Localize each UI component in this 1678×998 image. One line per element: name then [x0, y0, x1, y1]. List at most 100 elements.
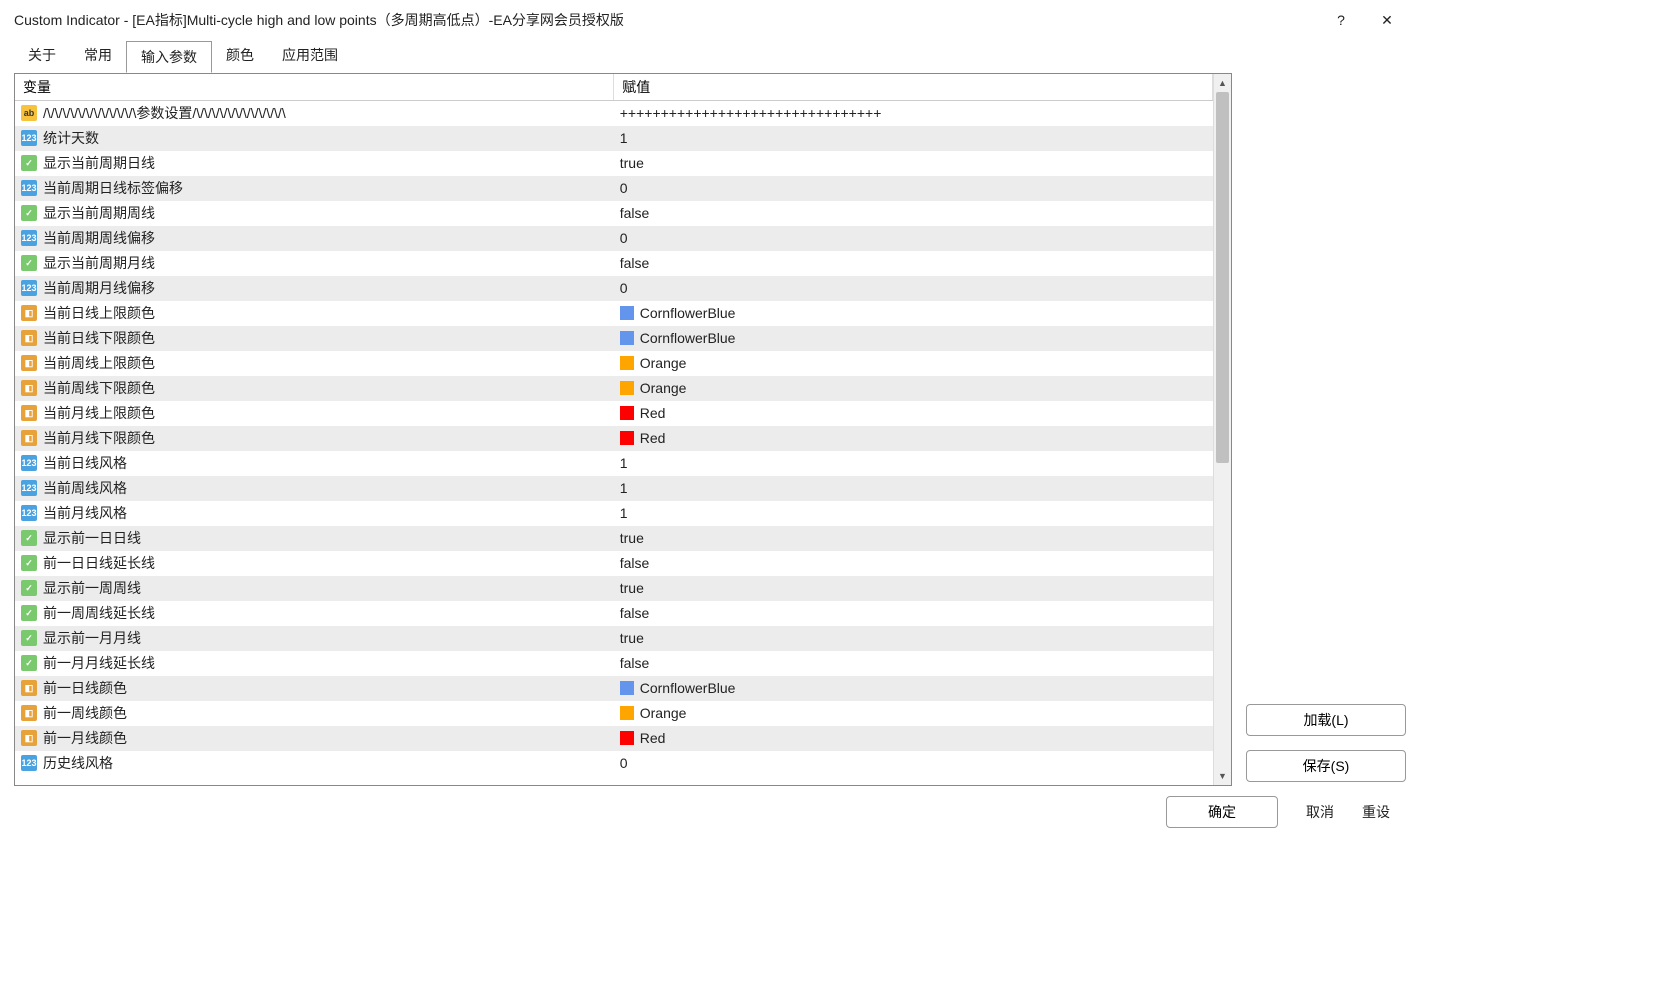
param-value[interactable]: 0: [620, 280, 628, 296]
tab-3[interactable]: 颜色: [212, 40, 268, 72]
help-button[interactable]: ?: [1318, 5, 1364, 35]
param-value[interactable]: false: [620, 555, 650, 571]
param-value[interactable]: true: [620, 530, 644, 546]
param-value[interactable]: CornflowerBlue: [640, 330, 736, 346]
param-value[interactable]: Orange: [640, 705, 687, 721]
param-value[interactable]: Red: [640, 430, 666, 446]
table-row[interactable]: 123当前周期月线偏移0: [15, 276, 1213, 301]
param-value[interactable]: false: [620, 205, 650, 221]
param-value[interactable]: 1: [620, 480, 628, 496]
table-row[interactable]: ◧当前日线上限颜色CornflowerBlue: [15, 301, 1213, 326]
table-row[interactable]: ✓显示前一周周线true: [15, 576, 1213, 601]
table-row[interactable]: ✓显示当前周期周线false: [15, 201, 1213, 226]
table-row[interactable]: ◧当前月线下限颜色Red: [15, 426, 1213, 451]
num-type-icon: 123: [21, 505, 37, 521]
table-row[interactable]: ✓显示当前周期日线true: [15, 151, 1213, 176]
param-value[interactable]: 1: [620, 130, 628, 146]
param-name: 显示前一日日线: [43, 528, 141, 548]
tab-2[interactable]: 输入参数: [126, 41, 212, 73]
cancel-button[interactable]: 取消: [1306, 802, 1334, 822]
bool-type-icon: ✓: [21, 155, 37, 171]
parameters-table-wrap: 变量 赋值 ab /\/\/\/\/\/\/\/\/\/\/\/\参数设置/\/\…: [14, 73, 1232, 786]
param-value[interactable]: Orange: [640, 380, 687, 396]
num-type-icon: 123: [21, 130, 37, 146]
param-value[interactable]: 0: [620, 755, 628, 771]
param-value[interactable]: Orange: [640, 355, 687, 371]
bool-type-icon: ✓: [21, 255, 37, 271]
vertical-scrollbar[interactable]: ▲ ▼: [1213, 74, 1231, 785]
reset-button[interactable]: 重设: [1362, 802, 1390, 822]
color-type-icon: ◧: [21, 305, 37, 321]
table-row[interactable]: 123当前月线风格1: [15, 501, 1213, 526]
param-name: 前一日线颜色: [43, 678, 127, 698]
bool-type-icon: ✓: [21, 630, 37, 646]
column-header-variable[interactable]: 变量: [15, 74, 614, 101]
param-value[interactable]: true: [620, 155, 644, 171]
param-value[interactable]: 0: [620, 180, 628, 196]
param-value[interactable]: Red: [640, 730, 666, 746]
table-row[interactable]: ◧前一日线颜色CornflowerBlue: [15, 676, 1213, 701]
param-value[interactable]: CornflowerBlue: [640, 305, 736, 321]
param-name: 当前周期日线标签偏移: [43, 178, 183, 198]
param-value[interactable]: 0: [620, 230, 628, 246]
table-row[interactable]: ◧当前日线下限颜色CornflowerBlue: [15, 326, 1213, 351]
tab-4[interactable]: 应用范围: [268, 40, 352, 72]
bool-type-icon: ✓: [21, 555, 37, 571]
content-area: 变量 赋值 ab /\/\/\/\/\/\/\/\/\/\/\/\参数设置/\/\…: [0, 73, 1420, 838]
bool-type-icon: ✓: [21, 655, 37, 671]
color-type-icon: ◧: [21, 380, 37, 396]
table-row[interactable]: ✓ 显示当前周期月线 false: [15, 251, 1213, 276]
column-header-value[interactable]: 赋值: [614, 74, 1213, 101]
color-type-icon: ◧: [21, 330, 37, 346]
param-value[interactable]: Red: [640, 405, 666, 421]
table-row[interactable]: ✓前一日日线延长线false: [15, 551, 1213, 576]
table-row[interactable]: ab /\/\/\/\/\/\/\/\/\/\/\/\参数设置/\/\/\/\/\…: [15, 101, 1213, 126]
param-value[interactable]: true: [620, 580, 644, 596]
param-name: 显示前一周周线: [43, 578, 141, 598]
param-value[interactable]: 1: [620, 455, 628, 471]
param-name: /\/\/\/\/\/\/\/\/\/\/\/\参数设置/\/\/\/\/\/\…: [43, 103, 286, 123]
body-row: 变量 赋值 ab /\/\/\/\/\/\/\/\/\/\/\/\参数设置/\/\…: [14, 73, 1406, 786]
param-name: 显示当前周期月线: [43, 253, 155, 273]
table-row[interactable]: 123当前周线风格1: [15, 476, 1213, 501]
ok-button[interactable]: 确定: [1166, 796, 1278, 828]
bool-type-icon: ✓: [21, 605, 37, 621]
param-name: 前一周线颜色: [43, 703, 127, 723]
scroll-up-icon[interactable]: ▲: [1214, 74, 1231, 92]
save-button[interactable]: 保存(S): [1246, 750, 1406, 782]
param-value[interactable]: 1: [620, 505, 628, 521]
param-value[interactable]: true: [620, 630, 644, 646]
param-value[interactable]: ++++++++++++++++++++++++++++++++: [620, 105, 882, 121]
param-value[interactable]: false: [620, 605, 650, 621]
table-row[interactable]: ✓显示前一月月线true: [15, 626, 1213, 651]
table-row[interactable]: 123当前日线风格1: [15, 451, 1213, 476]
table-row[interactable]: ◧当前周线上限颜色Orange: [15, 351, 1213, 376]
table-row[interactable]: 123历史线风格0: [15, 751, 1213, 776]
table-row[interactable]: ◧前一周线颜色Orange: [15, 701, 1213, 726]
color-swatch: [620, 381, 634, 395]
table-row[interactable]: 123当前周期日线标签偏移0: [15, 176, 1213, 201]
table-row[interactable]: ◧当前月线上限颜色Red: [15, 401, 1213, 426]
scroll-track[interactable]: [1214, 92, 1231, 767]
str-type-icon: ab: [21, 105, 37, 121]
tab-0[interactable]: 关于: [14, 40, 70, 72]
param-name: 当前周线下限颜色: [43, 378, 155, 398]
close-button[interactable]: ✕: [1364, 5, 1410, 35]
tab-1[interactable]: 常用: [70, 40, 126, 72]
scroll-down-icon[interactable]: ▼: [1214, 767, 1231, 785]
table-row[interactable]: 123当前周期周线偏移0: [15, 226, 1213, 251]
scroll-thumb[interactable]: [1216, 92, 1229, 463]
num-type-icon: 123: [21, 480, 37, 496]
table-row[interactable]: ✓前一周周线延长线false: [15, 601, 1213, 626]
table-row[interactable]: ✓前一月月线延长线false: [15, 651, 1213, 676]
table-row[interactable]: 123统计天数1: [15, 126, 1213, 151]
table-row[interactable]: ◧前一月线颜色Red: [15, 726, 1213, 751]
color-type-icon: ◧: [21, 355, 37, 371]
table-row[interactable]: ◧ 当前周线下限颜色 Orange: [15, 376, 1213, 401]
param-value[interactable]: CornflowerBlue: [640, 680, 736, 696]
param-value[interactable]: false: [620, 655, 650, 671]
param-value[interactable]: false: [620, 255, 650, 271]
table-row[interactable]: ✓显示前一日日线true: [15, 526, 1213, 551]
load-button[interactable]: 加载(L): [1246, 704, 1406, 736]
color-type-icon: ◧: [21, 730, 37, 746]
